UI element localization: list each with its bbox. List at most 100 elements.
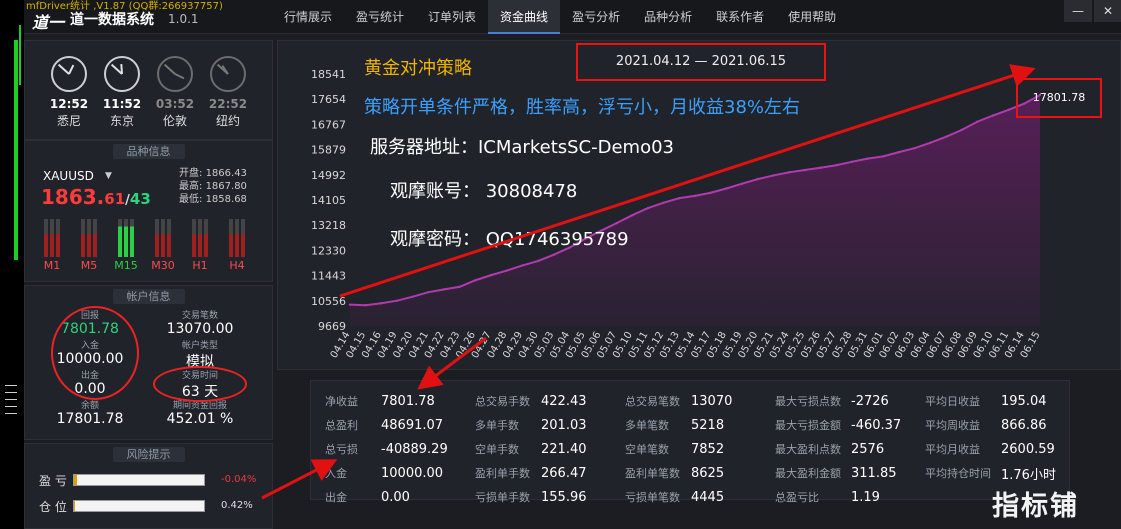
stat-row: 多单手数 201.03 bbox=[475, 413, 587, 437]
stat-value: 195.04 bbox=[1001, 393, 1047, 409]
tab-5[interactable]: 品种分析 bbox=[632, 0, 704, 34]
timeframe-meter[interactable]: M15 bbox=[113, 219, 139, 272]
equity-point bbox=[395, 299, 399, 302]
stat-value: -40889.29 bbox=[381, 441, 448, 457]
stat-value: 221.40 bbox=[541, 441, 587, 457]
app-logo: 道一 bbox=[32, 13, 65, 32]
y-tick-label: 13218 bbox=[311, 219, 346, 232]
world-clock: 12:52 悉尼 bbox=[49, 56, 89, 129]
equity-point bbox=[458, 285, 461, 288]
stat-row: 入金 10000.00 bbox=[325, 461, 443, 485]
stat-row: 最大盈利点数 2576 bbox=[775, 437, 884, 461]
stat-row: 出金 0.00 bbox=[325, 485, 410, 509]
level-tick bbox=[5, 385, 17, 386]
equity-point bbox=[725, 187, 728, 190]
stat-value: 8625 bbox=[691, 465, 725, 481]
server-address: 服务器地址：ICMarketsSC-Demo03 bbox=[370, 137, 675, 158]
clock-time: 12:52 bbox=[49, 97, 89, 111]
equity-point bbox=[881, 155, 885, 158]
strategy-description: 策略开单条件严格，胜率高，浮亏小，月收益38%左右 bbox=[364, 97, 801, 118]
timeframe-meter[interactable]: H1 bbox=[187, 219, 213, 272]
stat-value: 866.86 bbox=[1001, 417, 1047, 433]
clock-city: 纽约 bbox=[215, 114, 240, 128]
equity-point bbox=[1007, 108, 1010, 112]
stat-row: 最大亏损点数 -2726 bbox=[775, 389, 889, 413]
close-button[interactable]: ✕ bbox=[1094, 0, 1121, 22]
stat-value: 311.85 bbox=[851, 465, 897, 481]
stat-row: 最大亏损金额 -460.37 bbox=[775, 413, 901, 437]
tab-7[interactable]: 使用帮助 bbox=[776, 0, 848, 34]
position-meter bbox=[73, 500, 205, 512]
position-value: 0.42% bbox=[221, 500, 253, 511]
y-tick-label: 15879 bbox=[311, 144, 346, 157]
pnl-meter bbox=[73, 474, 205, 486]
equity-curve-panel: 9669 10556 11443 12330 13218 14105 14992 15879 1… bbox=[277, 40, 1121, 370]
stat-value: 2576 bbox=[851, 441, 885, 457]
y-tick-label: 18541 bbox=[311, 68, 346, 81]
stat-label: 最大亏损点数 bbox=[775, 395, 841, 408]
clock-time: 22:52 bbox=[208, 97, 248, 111]
period-return: 期间资金回报 452.01 % bbox=[166, 401, 234, 427]
timeframe-meter[interactable]: H4 bbox=[224, 219, 250, 272]
equity-curve-chart: 9669105561144312330132181410514992158791… bbox=[311, 68, 1043, 360]
clock-city: 东京 bbox=[109, 114, 134, 128]
equity-point bbox=[803, 168, 806, 172]
stat-label: 亏损单手数 bbox=[475, 491, 530, 504]
timeframe-label: M5 bbox=[80, 259, 98, 272]
world-clock: 22:52 纽约 bbox=[208, 56, 248, 129]
equity-point bbox=[740, 182, 744, 185]
stat-value: 266.47 bbox=[541, 465, 587, 481]
stat-value: 155.96 bbox=[541, 489, 587, 505]
tab-1[interactable]: 盈亏统计 bbox=[344, 0, 416, 34]
stat-label: 平均持仓时间 bbox=[925, 467, 991, 480]
timeframe-meter[interactable]: M5 bbox=[76, 219, 102, 272]
stat-row: 最大盈利金额 311.85 bbox=[775, 461, 897, 485]
strategy-title: 黄金对冲策略 bbox=[364, 58, 472, 79]
risk-panel: 风险提示 盈 亏 -0.04% 仓 位 0.42% bbox=[24, 443, 273, 529]
equity-point bbox=[380, 302, 383, 305]
equity-point bbox=[991, 114, 995, 117]
timeframe-meter[interactable]: M1 bbox=[39, 219, 65, 272]
tab-0[interactable]: 行情展示 bbox=[272, 0, 344, 34]
tab-3[interactable]: 资金曲线 bbox=[488, 0, 561, 34]
tab-4[interactable]: 盈亏分析 bbox=[560, 0, 632, 34]
timeframe-meter[interactable]: M30 bbox=[150, 219, 176, 272]
account-info-panel: 帐户信息 回报 7801.78 入金 10000.00 出金 0.00 余额 17801… bbox=[24, 285, 273, 440]
stat-row: 平均持仓时间 1.76小时 bbox=[925, 461, 1056, 485]
clock-time: 03:52 bbox=[155, 97, 195, 111]
tab-2[interactable]: 订单列表 bbox=[416, 0, 488, 34]
y-tick-label: 14992 bbox=[311, 169, 346, 182]
stat-label: 总交易手数 bbox=[475, 395, 530, 408]
tab-6[interactable]: 联系作者 bbox=[704, 0, 776, 34]
statistics-panel: 净收益 7801.78 总盈利 48691.07 总亏损 -40889.29 入金 10000… bbox=[310, 380, 1070, 505]
clock-city: 悉尼 bbox=[56, 114, 81, 128]
equity-point bbox=[944, 135, 948, 139]
stat-value: -460.37 bbox=[851, 417, 902, 433]
caret-down-icon[interactable]: ▼ bbox=[105, 171, 112, 181]
position-label: 仓 位 bbox=[39, 500, 67, 514]
equity-point bbox=[709, 191, 712, 194]
equity-point bbox=[866, 157, 869, 160]
stat-label: 总盈亏比 bbox=[775, 491, 819, 504]
stats-column: 总交易手数 422.43 多单手数 201.03 空单手数 221.40 盈利单手数 266.… bbox=[475, 389, 587, 509]
clock-icon bbox=[51, 56, 87, 92]
stat-label: 最大亏损金额 bbox=[775, 419, 841, 432]
stat-value: 7852 bbox=[691, 441, 725, 457]
level-tick bbox=[5, 413, 17, 414]
equity-point bbox=[834, 164, 838, 167]
y-tick-label: 11443 bbox=[311, 270, 346, 283]
stat-row: 多单笔数 5218 bbox=[625, 413, 724, 437]
clock-icon bbox=[104, 56, 140, 92]
timeframe-meters: M1 M5 M15 M30 H1 H4 bbox=[39, 219, 250, 272]
world-clocks-panel: 12:52 悉尼 11:52 东京 03:52 伦敦 22:52 纽约 bbox=[24, 40, 273, 140]
equity-point bbox=[662, 201, 665, 204]
stat-label: 平均周收益 bbox=[925, 419, 980, 432]
candle-bar bbox=[19, 25, 21, 85]
y-tick-label: 12330 bbox=[311, 244, 346, 257]
symbol-select[interactable]: XAUUSD bbox=[43, 169, 94, 183]
stat-row: 总交易笔数 13070 bbox=[625, 389, 732, 413]
minimize-button[interactable]: — bbox=[1064, 0, 1092, 22]
equity-point bbox=[427, 290, 430, 294]
equity-point bbox=[536, 259, 540, 263]
timeframe-label: H1 bbox=[192, 259, 208, 272]
